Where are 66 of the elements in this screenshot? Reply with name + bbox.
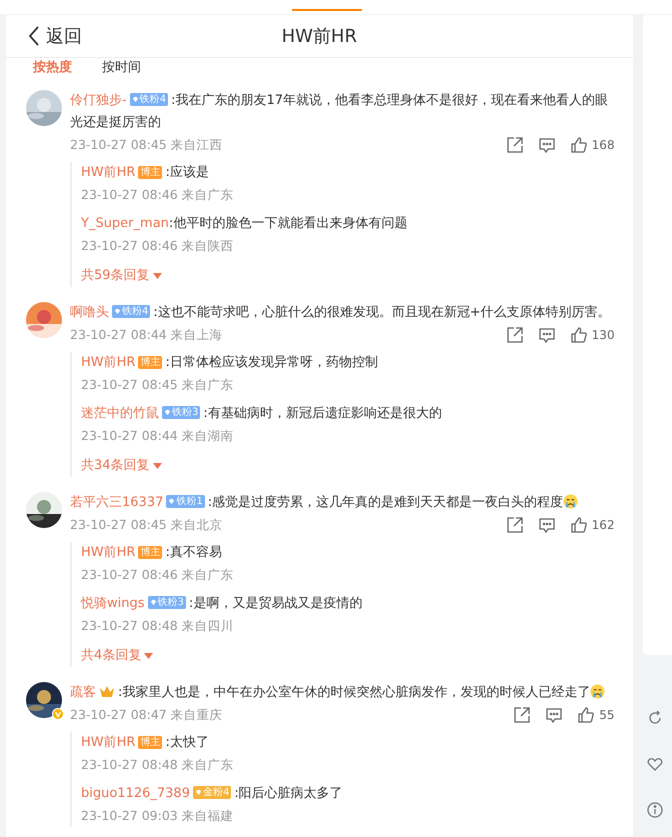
reply-meta: 23-10-27 08:48 来自四川	[81, 618, 235, 634]
comment-meta: 23-10-27 08:44 来自上海	[70, 326, 224, 344]
more-replies-link[interactable]: 共59条回复	[81, 265, 162, 287]
comment-icon[interactable]	[545, 706, 564, 724]
fan-badge: 铁粉1	[166, 495, 205, 508]
comment-icon[interactable]	[538, 326, 556, 344]
fan-badge: 金粉4	[192, 786, 232, 799]
fan-badge: 铁粉4	[130, 93, 168, 106]
author-badge: 博主	[138, 546, 162, 559]
like-button[interactable]: 130	[570, 326, 615, 344]
caret-down-icon	[152, 273, 162, 279]
reply-text: 迷茫中的竹鼠 铁粉3 :有基础病时，新冠后遗症影响还是很大的	[81, 405, 443, 423]
sort-tab[interactable]: 按热度	[33, 58, 72, 76]
fan-badge: 铁粉3	[162, 406, 200, 419]
info-icon[interactable]	[646, 802, 663, 818]
chevron-left-icon	[28, 26, 40, 46]
refresh-icon[interactable]	[646, 710, 663, 726]
author-badge: 博主	[138, 356, 162, 369]
author-badge: 博主	[138, 736, 162, 749]
share-icon[interactable]	[513, 706, 532, 724]
comment-text: 若平六三16337 铁粉1 :感觉是过度劳累，这几年真的是难到天天都是一夜白头的程度	[70, 492, 615, 514]
more-replies-link[interactable]: 共34条回复	[81, 455, 162, 477]
more-replies-link[interactable]: 共4条回复	[81, 645, 154, 667]
share-icon[interactable]	[506, 516, 524, 534]
comment-text: 啊噜头 铁粉4 :这也不能苛求吧，心脏什么的很难发现。而且现在新冠+什么支原体特别厉害。	[70, 304, 612, 322]
thumbs-up-icon	[570, 516, 588, 534]
back-button[interactable]: 返回	[28, 24, 82, 48]
reply-meta: 23-10-27 08:46 来自陕西	[81, 238, 235, 254]
reply-meta: 23-10-27 08:45 来自广东	[81, 376, 235, 394]
reply-text: HW前HR 博主 :应该是	[81, 164, 210, 182]
caret-down-icon	[152, 463, 162, 469]
fan-badge: 铁粉3	[148, 596, 186, 609]
comment-icon[interactable]	[538, 516, 556, 534]
crown-icon	[99, 684, 115, 698]
reply-text: Y_Super_man:他平时的脸色一下就能看出来身体有问题	[81, 215, 408, 233]
caret-down-icon	[144, 653, 154, 659]
tab-indicator	[292, 9, 362, 11]
thumbs-up-icon	[577, 706, 596, 724]
reply-text: HW前HR 博主 :日常体检应该发现异常呀，药物控制	[81, 354, 379, 372]
comment-text: 疏客 :我家里人也是，中午在办公室午休的时候突然心脏病发作，发现的时候人已经走了	[70, 682, 615, 704]
sort-tab[interactable]: 按时间	[102, 58, 141, 76]
like-button[interactable]: 168	[570, 136, 615, 154]
reply-meta: 23-10-27 08:46 来自广东	[81, 186, 235, 204]
like-button[interactable]: 55	[577, 706, 615, 724]
reply-text: biguo1126_7389 金粉4 :阳后心脏病太多了	[81, 785, 344, 803]
comment-text: 伶仃独步- 铁粉4 :我在广东的朋友17年就说，他看李总理身体不是很好，现在看来他看人的眼光还是挺厉害的	[70, 92, 609, 132]
reply-meta: 23-10-27 08:48 来自广东	[81, 756, 235, 774]
comment-meta: 23-10-27 08:45 来自江西	[70, 136, 224, 154]
reply-meta: 23-10-27 08:46 来自广东	[81, 566, 235, 584]
author-badge: 博主	[138, 166, 162, 179]
share-icon[interactable]	[506, 136, 524, 154]
comment-meta: 23-10-27 08:45 来自北京	[70, 516, 224, 534]
reply-meta: 23-10-27 09:03 来自福建	[81, 808, 235, 824]
heart-icon[interactable]	[646, 756, 663, 772]
reply-meta: 23-10-27 08:44 来自湖南	[81, 428, 235, 444]
comment-meta: 23-10-27 08:47 来自重庆	[70, 706, 224, 724]
page-title: HW前HR	[282, 26, 357, 47]
fan-badge: 铁粉4	[112, 305, 150, 318]
share-icon[interactable]	[506, 326, 524, 344]
thumbs-up-icon	[570, 326, 588, 344]
reply-text: HW前HR 博主 :真不容易	[81, 544, 223, 562]
like-button[interactable]: 162	[570, 516, 615, 534]
comment-icon[interactable]	[538, 136, 556, 154]
thumbs-up-icon	[570, 136, 588, 154]
reply-text: 悦骑wings 铁粉3 :是啊，又是贸易战又是疫情的	[81, 595, 364, 613]
reply-text: HW前HR 博主 :太快了	[81, 734, 210, 752]
